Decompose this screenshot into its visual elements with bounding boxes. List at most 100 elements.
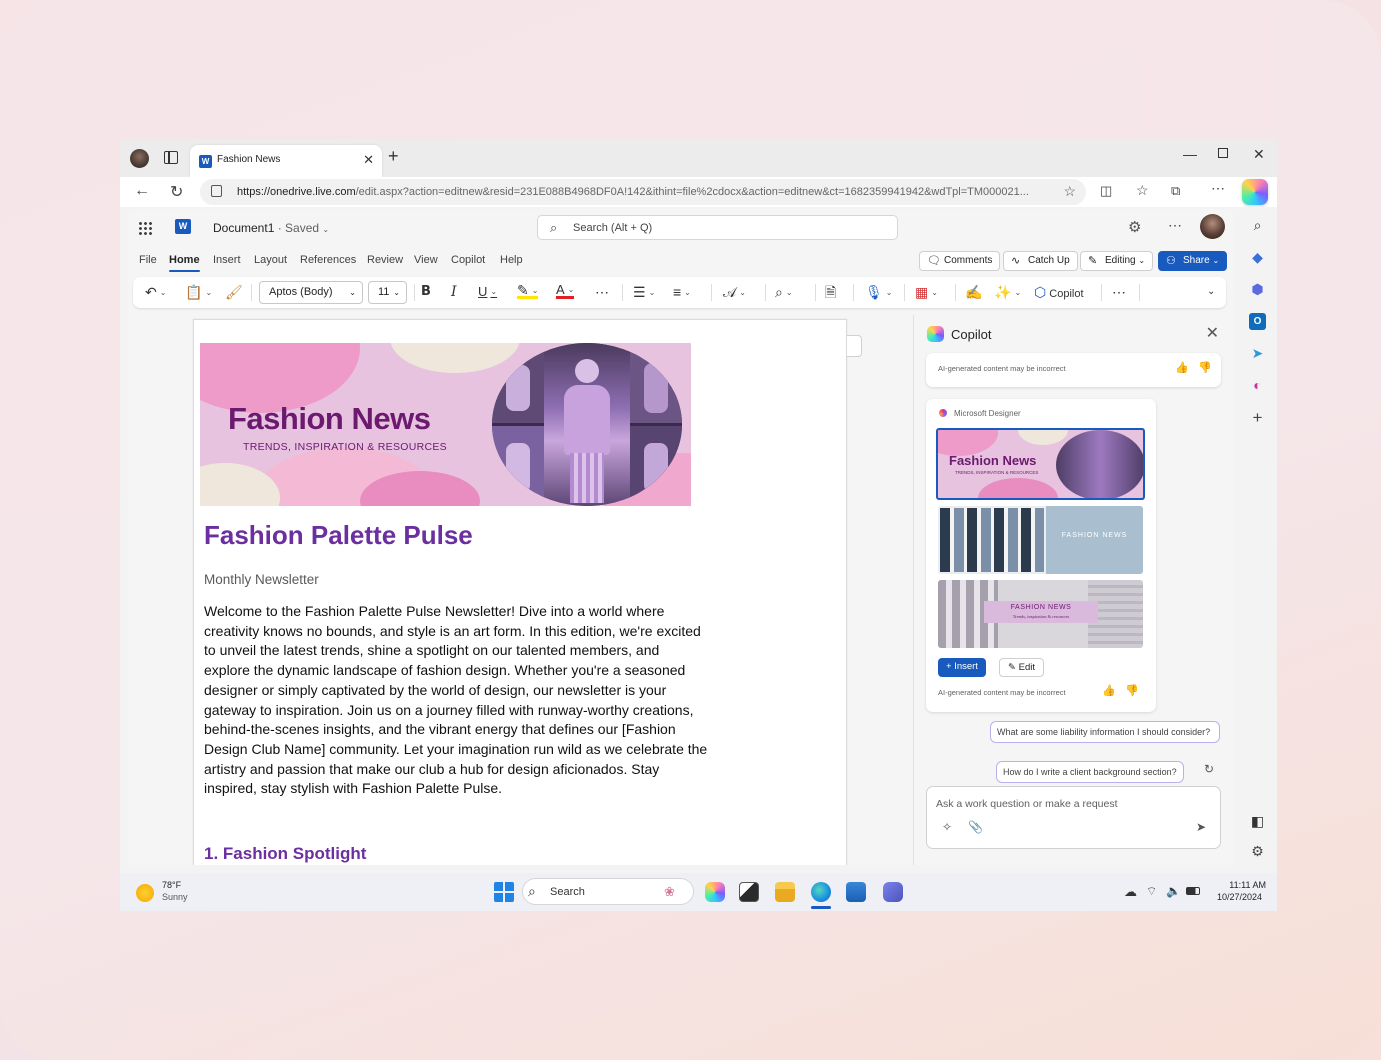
- thumbs-up-icon[interactable]: 👍: [1102, 684, 1116, 697]
- highlight-icon[interactable]: ✎ ⌄: [517, 283, 539, 299]
- rewrite-magic-icon[interactable]: ✨ ⌄: [994, 283, 1021, 301]
- minimize-icon[interactable]: —: [1183, 146, 1197, 162]
- align-icon[interactable]: ≡ ⌄: [673, 283, 691, 301]
- windows-start-icon[interactable]: [494, 882, 514, 902]
- insert-button[interactable]: + Insert: [938, 658, 986, 677]
- document-title[interactable]: Fashion Palette Pulse: [204, 520, 473, 551]
- thumbs-up-icon[interactable]: 👍: [1175, 361, 1189, 374]
- sidebar-settings-icon[interactable]: ⚙: [1249, 843, 1266, 860]
- refresh-suggestions-icon[interactable]: ↻: [1204, 762, 1214, 776]
- maximize-icon[interactable]: [1218, 148, 1228, 158]
- taskbar-copilot-icon[interactable]: [705, 882, 725, 902]
- sparkle-prompt-icon[interactable]: ✧: [942, 820, 952, 834]
- sidebar-send-icon[interactable]: ➤: [1249, 345, 1266, 362]
- app-launcher-icon[interactable]: [138, 221, 152, 235]
- suggestion-chip-2[interactable]: How do I write a client background secti…: [996, 761, 1184, 783]
- refresh-icon[interactable]: ↻: [170, 182, 183, 202]
- document-name[interactable]: Document1 · Saved ⌄: [213, 221, 329, 235]
- document-body[interactable]: Welcome to the Fashion Palette Pulse New…: [204, 602, 709, 799]
- design-option-1[interactable]: Fashion News TRENDS, INSPIRATION & RESOU…: [936, 428, 1145, 500]
- back-icon[interactable]: ←: [134, 182, 150, 200]
- menu-review[interactable]: Review: [367, 254, 403, 266]
- volume-icon[interactable]: 🔈: [1166, 884, 1181, 898]
- favorites-icon[interactable]: ☆: [1136, 182, 1149, 199]
- sidebar-m365-icon[interactable]: ⬢: [1249, 281, 1266, 298]
- paste-icon[interactable]: 📋 ⌄: [185, 283, 212, 301]
- collections-icon[interactable]: ⧉: [1171, 183, 1180, 199]
- pane-close-icon[interactable]: ✕: [1206, 323, 1219, 343]
- share-button[interactable]: ⚇ Share ⌄: [1158, 251, 1228, 271]
- thumbs-down-icon[interactable]: 👎: [1125, 684, 1139, 697]
- menu-references[interactable]: References: [300, 254, 356, 266]
- format-painter-icon[interactable]: 🖌: [225, 283, 243, 301]
- catch-up-button[interactable]: ∿ Catch Up: [1003, 251, 1078, 271]
- window-close-icon[interactable]: ✕: [1253, 146, 1265, 163]
- dictate-icon[interactable]: 🎙 ⌄: [865, 283, 892, 301]
- ask-input[interactable]: Ask a work question or make a request ✧ …: [926, 786, 1221, 849]
- ribbon-copilot-button[interactable]: ⬡ Copilot: [1034, 283, 1084, 301]
- comments-button[interactable]: 🗨 Comments: [919, 251, 1001, 271]
- find-icon[interactable]: ⌕ ⌄: [775, 283, 793, 301]
- taskbar-store-icon[interactable]: [846, 882, 866, 902]
- more-options-icon[interactable]: ⋯: [1211, 180, 1225, 197]
- bullets-icon[interactable]: ☰ ⌄: [633, 283, 655, 301]
- taskbar-teams-icon[interactable]: [883, 882, 903, 902]
- tab-close-icon[interactable]: ✕: [363, 152, 374, 168]
- font-family-select[interactable]: Aptos (Body) ⌄: [259, 281, 363, 304]
- new-tab-icon[interactable]: +: [388, 146, 399, 167]
- design-option-2[interactable]: FASHION NEWS: [938, 506, 1143, 574]
- thumbs-down-icon[interactable]: 👎: [1198, 361, 1212, 374]
- send-icon[interactable]: ➤: [1196, 820, 1206, 834]
- design-option-3[interactable]: FASHION NEWS Trends, inspiration & resou…: [938, 580, 1143, 648]
- editor-review-icon[interactable]: 🗎: [825, 283, 836, 301]
- more-icon[interactable]: ⋯: [1168, 217, 1183, 234]
- styles-icon[interactable]: 𝒜 ⌄: [723, 283, 746, 301]
- wifi-icon[interactable]: ⌔: [1146, 884, 1157, 899]
- addins-icon[interactable]: ▦ ⌄: [915, 283, 938, 301]
- edit-button[interactable]: ✎ Edit: [999, 658, 1044, 677]
- bold-icon[interactable]: B: [421, 283, 431, 301]
- tab-actions-icon[interactable]: [164, 151, 178, 164]
- taskbar-taskview-icon[interactable]: [739, 882, 759, 902]
- editing-button[interactable]: ✎ Editing ⌄: [1080, 251, 1154, 271]
- menu-insert[interactable]: Insert: [213, 254, 241, 266]
- menu-layout[interactable]: Layout: [254, 254, 287, 266]
- sidebar-tag-icon[interactable]: ◆: [1249, 249, 1266, 266]
- sidebar-add-icon[interactable]: +: [1249, 409, 1266, 426]
- profile-avatar[interactable]: [130, 149, 149, 168]
- banner-image[interactable]: Fashion News TRENDS, INSPIRATION & RESOU…: [200, 343, 691, 506]
- menu-view[interactable]: View: [414, 254, 438, 266]
- user-avatar[interactable]: [1200, 214, 1225, 239]
- ribbon-expand-icon[interactable]: ⌄: [1207, 283, 1215, 301]
- document-heading-2[interactable]: 1. Fashion Spotlight: [204, 844, 366, 864]
- clock-date[interactable]: 10/27/2024: [1210, 892, 1262, 902]
- menu-file[interactable]: File: [139, 254, 157, 266]
- sidebar-panel-icon[interactable]: ◧: [1249, 813, 1266, 830]
- edge-copilot-icon[interactable]: [1242, 179, 1268, 205]
- menu-copilot[interactable]: Copilot: [451, 254, 485, 266]
- onedrive-icon[interactable]: ☁: [1124, 884, 1137, 900]
- sidebar-search-icon[interactable]: ⌕: [1249, 217, 1266, 234]
- designer-icon[interactable]: ✍: [965, 283, 982, 301]
- underline-icon[interactable]: U ⌄: [478, 283, 497, 301]
- address-bar[interactable]: https://onedrive.live.com/edit.aspx?acti…: [200, 179, 1086, 205]
- split-screen-icon[interactable]: ◫: [1100, 183, 1112, 199]
- more-font-icon[interactable]: ⋯: [595, 283, 609, 301]
- attach-icon[interactable]: 📎: [968, 820, 983, 834]
- favorite-star-icon[interactable]: ☆: [1063, 183, 1076, 200]
- undo-icon[interactable]: ↶ ⌄: [145, 283, 166, 301]
- document-subtitle[interactable]: Monthly Newsletter: [204, 572, 319, 587]
- taskbar-edge-icon[interactable]: [811, 882, 831, 902]
- battery-icon[interactable]: [1186, 887, 1200, 895]
- font-color-icon[interactable]: A ⌄: [556, 283, 575, 299]
- taskbar-file-explorer-icon[interactable]: [775, 882, 795, 902]
- settings-gear-icon[interactable]: ⚙: [1128, 218, 1141, 236]
- sidebar-designer-icon[interactable]: ◐: [1249, 377, 1266, 394]
- font-size-select[interactable]: 11 ⌄: [368, 281, 407, 304]
- search-box[interactable]: ⌕ Search (Alt + Q): [537, 215, 898, 240]
- menu-home[interactable]: Home: [169, 254, 200, 272]
- menu-help[interactable]: Help: [500, 254, 523, 266]
- suggestion-chip-1[interactable]: What are some liability information I sh…: [990, 721, 1220, 743]
- browser-tab-active[interactable]: W Fashion News ✕: [190, 145, 382, 177]
- taskbar-search[interactable]: ⌕ Search ❀: [522, 878, 694, 905]
